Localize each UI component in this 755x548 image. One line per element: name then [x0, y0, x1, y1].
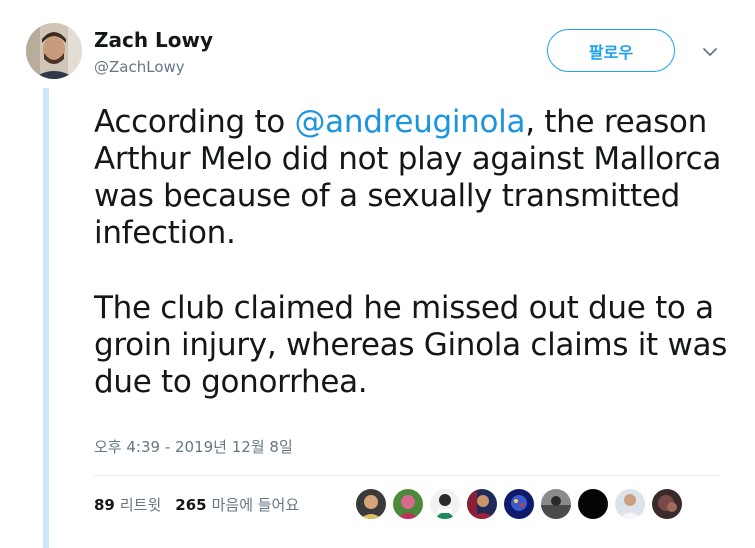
- likes-label: 마음에 들어요: [211, 496, 300, 514]
- likes-stat[interactable]: 265 마음에 들어요: [175, 494, 299, 515]
- follow-button[interactable]: 팔로우: [547, 29, 675, 72]
- liker-avatar[interactable]: [430, 489, 460, 519]
- liker-avatar[interactable]: [578, 489, 608, 519]
- engagement-stats: 89 리트윗 265 마음에 들어요: [94, 494, 313, 515]
- author-handle[interactable]: @ZachLowy: [94, 58, 185, 76]
- liker-avatar[interactable]: [356, 489, 386, 519]
- retweets-label: 리트윗: [119, 496, 162, 514]
- avatar-photo-icon: [26, 23, 82, 79]
- tweet-paragraph-2: The club claimed he missed out due to a …: [94, 290, 728, 400]
- liker-avatar[interactable]: [467, 489, 497, 519]
- liker-avatars: [356, 489, 689, 519]
- more-options-chevron-down-icon[interactable]: [700, 44, 720, 60]
- thread-line: [43, 88, 49, 548]
- retweets-count: 89: [94, 496, 115, 514]
- tweet-paragraph-1: According to @andreuginola, the reason A…: [94, 104, 734, 252]
- divider: [94, 475, 720, 476]
- tweet-text-prefix: According to: [94, 104, 295, 140]
- liker-avatar[interactable]: [615, 489, 645, 519]
- liker-avatar[interactable]: [541, 489, 571, 519]
- liker-avatar[interactable]: [652, 489, 682, 519]
- retweets-stat[interactable]: 89 리트윗: [94, 494, 161, 515]
- author-avatar[interactable]: [26, 23, 82, 79]
- mention-link[interactable]: @andreuginola: [294, 104, 525, 140]
- author-name[interactable]: Zach Lowy: [94, 28, 213, 52]
- liker-avatar[interactable]: [393, 489, 423, 519]
- follow-button-label: 팔로우: [588, 42, 634, 62]
- tweet-timestamp[interactable]: 오후 4:39 - 2019년 12월 8일: [94, 436, 293, 457]
- likes-count: 265: [175, 496, 207, 514]
- tweet-text: According to @andreuginola, the reason A…: [94, 104, 734, 401]
- liker-avatar[interactable]: [504, 489, 534, 519]
